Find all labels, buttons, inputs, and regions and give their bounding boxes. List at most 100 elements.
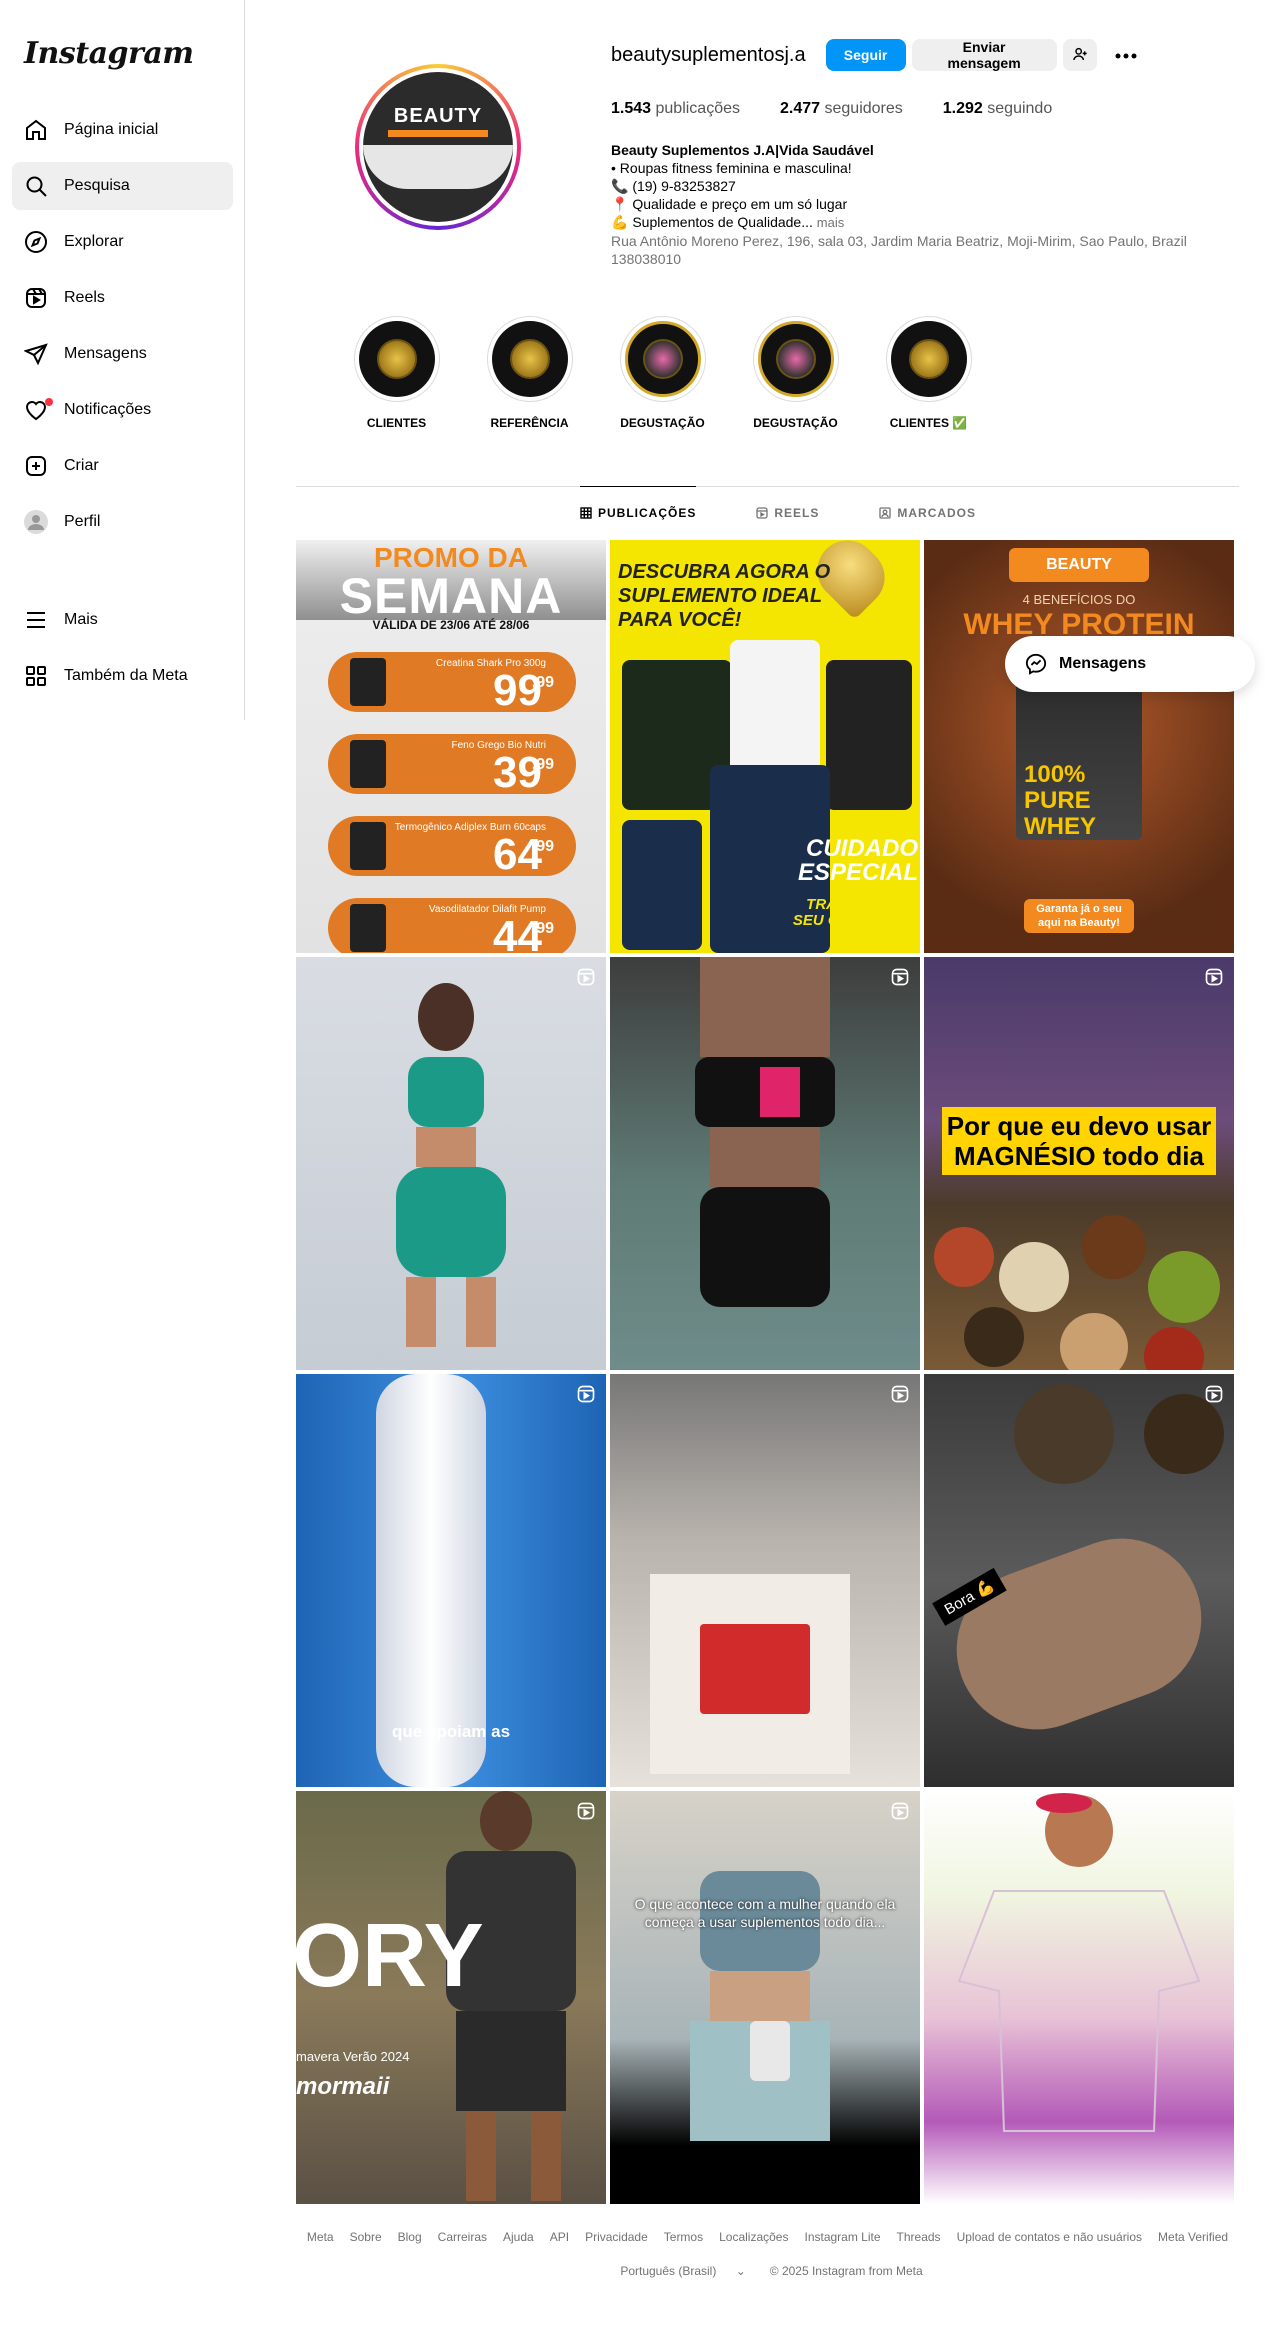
tab-tagged[interactable]: MARCADOS — [879, 487, 976, 539]
home-icon — [24, 118, 48, 142]
womens-shirt-photo — [957, 1793, 1201, 2132]
post-subtitle: que apoiam as — [391, 1722, 511, 1741]
woman-supplement-photo — [690, 1871, 830, 2141]
highlight-ring — [486, 316, 573, 402]
sidebar-item-label: Mais — [64, 611, 98, 628]
following-stat[interactable]: 1.292 seguindo — [943, 100, 1052, 118]
sidebar-item-notifications[interactable]: Notificações — [12, 386, 233, 434]
highlight-label: CLIENTES — [366, 416, 427, 430]
price-tag: Vasodilatador Dilafit Pump 44 ,99 — [328, 898, 576, 953]
message-button[interactable]: Enviar mensagem — [911, 39, 1057, 71]
sidebar-item-meta[interactable]: Também da Meta — [12, 652, 233, 700]
sidebar-item-more[interactable]: Mais — [12, 596, 233, 644]
footer-link[interactable]: Sobre — [350, 2230, 382, 2244]
post-tile[interactable]: DESCUBRA AGORA O SUPLEMENTO IDEAL PARA V… — [610, 540, 920, 953]
footer-link[interactable]: Termos — [664, 2230, 703, 2244]
footer-link[interactable]: Ajuda — [503, 2230, 534, 2244]
footer-link[interactable]: Upload de contatos e não usuários — [957, 2230, 1142, 2244]
sidebar-item-search[interactable]: Pesquisa — [12, 162, 233, 210]
post-tile[interactable]: que apoiam as — [296, 1374, 606, 1787]
post-tile[interactable] — [924, 1791, 1234, 2204]
sidebar-item-label: Perfil — [64, 513, 101, 530]
footer-link[interactable]: Meta Verified — [1158, 2230, 1228, 2244]
post-caption: Por que eu devo usar MAGNÉSIO todo dia — [942, 1107, 1216, 1175]
bio-line: 💪 Suplementos de Qualidade... — [611, 214, 813, 230]
avatar-brand-text: BEAUTY — [393, 105, 483, 127]
highlight-label: DEGUSTAÇÃO — [753, 416, 838, 430]
profile-avatar[interactable]: BEAUTY — [355, 64, 521, 230]
followers-stat[interactable]: 2.477 seguidores — [780, 100, 903, 118]
sidebar-nav: Página inicial Pesquisa Explorar Reels M… — [12, 106, 233, 554]
avatar-brand-bar — [388, 130, 488, 137]
instagram-logo[interactable]: Instagram — [24, 36, 194, 71]
post-subtitle: 4 BENEFÍCIOS DO — [1022, 592, 1136, 607]
options-button[interactable] — [1109, 39, 1143, 71]
reel-indicator-icon — [890, 967, 910, 992]
post-tile[interactable]: PROMO DA SEMANA VÁLIDA DE 23/06 ATÉ 28/0… — [296, 540, 606, 953]
highlight-item[interactable]: DEGUSTAÇÃO — [729, 316, 862, 430]
product-jar — [350, 740, 386, 788]
footer-link[interactable]: Blog — [398, 2230, 422, 2244]
posts-stat: 1.543 publicações — [611, 100, 740, 118]
product-jar — [350, 658, 386, 706]
sidebar-item-messages[interactable]: Mensagens — [12, 330, 233, 378]
highlight-label: DEGUSTAÇÃO — [620, 416, 705, 430]
highlight-item[interactable]: REFERÊNCIA — [463, 316, 596, 430]
footer-link[interactable]: Threads — [897, 2230, 941, 2244]
promo-title-b: SEMANA — [339, 568, 563, 624]
posts-count: 1.543 — [611, 100, 652, 117]
highlight-cover — [890, 321, 967, 397]
post-tile[interactable] — [296, 957, 606, 1370]
post-tile[interactable]: Bora 💪 — [924, 1374, 1234, 1787]
post-tile[interactable]: ORY mavera Verão 2024 mormaii — [296, 1791, 606, 2204]
post-tile[interactable] — [610, 957, 920, 1370]
bio-address[interactable]: Rua Antônio Moreno Perez, 196, sala 03, … — [611, 232, 1211, 268]
sidebar-item-label: Reels — [64, 289, 105, 306]
fitness-model-photo — [695, 957, 835, 1307]
footer-link[interactable]: Meta — [307, 2230, 334, 2244]
send-icon — [24, 342, 48, 366]
post-tile[interactable]: BEAUTY 4 BENEFÍCIOS DO WHEY PROTEIN 100%… — [924, 540, 1234, 953]
sidebar-item-reels[interactable]: Reels — [12, 274, 233, 322]
sidebar-item-profile[interactable]: Perfil — [12, 498, 233, 546]
messenger-icon — [1025, 653, 1047, 675]
sidebar-item-home[interactable]: Página inicial — [12, 106, 233, 154]
tab-label: MARCADOS — [897, 506, 977, 520]
bio-more-link[interactable]: mais — [817, 215, 844, 230]
footer-link[interactable]: API — [550, 2230, 569, 2244]
highlight-cover — [358, 321, 435, 397]
tab-reels[interactable]: REELS — [756, 487, 819, 539]
follow-button[interactable]: Seguir — [825, 39, 906, 71]
suggest-user-button[interactable] — [1062, 39, 1097, 71]
post-tile[interactable]: Por que eu devo usar MAGNÉSIO todo dia — [924, 957, 1234, 1370]
language-label: Português (Brasil) — [620, 2264, 717, 2278]
footer-link[interactable]: Privacidade — [585, 2230, 648, 2244]
price-tag: Termogênico Adiplex Burn 60caps 64 ,99 — [328, 816, 576, 879]
profile-stats: 1.543 publicações 2.477 seguidores 1.292… — [611, 100, 1092, 118]
footer-link[interactable]: Instagram Lite — [804, 2230, 880, 2244]
highlight-label: CLIENTES ✅ — [889, 416, 968, 430]
tab-posts[interactable]: PUBLICAÇÕES — [580, 486, 697, 539]
post-tile[interactable] — [610, 1374, 920, 1787]
post-tile[interactable]: O que acontece com a mulher quando ela c… — [610, 1791, 920, 2204]
footer-link[interactable]: Carreiras — [438, 2230, 487, 2244]
menu-icon — [24, 608, 48, 632]
language-select[interactable]: Português (Brasil) ⌄ — [612, 2264, 753, 2278]
highlight-item[interactable]: CLIENTES ✅ — [862, 316, 995, 430]
messages-pill-label: Mensagens — [1059, 655, 1147, 672]
post-subheadline: CUIDADO ESPECIAL — [797, 835, 918, 886]
sidebar-item-create[interactable]: Criar — [12, 442, 233, 490]
gold-badge-icon — [908, 339, 949, 379]
tag-person-icon — [879, 507, 892, 519]
highlight-item[interactable]: CLIENTES — [330, 316, 463, 430]
followers-count: 2.477 — [780, 100, 821, 117]
messages-pill[interactable]: Mensagens — [1005, 636, 1255, 692]
product-jar — [826, 660, 912, 810]
campaign-brand: mormaii — [296, 2073, 390, 2100]
gold-badge-icon — [509, 339, 550, 379]
highlight-item[interactable]: DEGUSTAÇÃO — [596, 316, 729, 430]
sidebar-item-explore[interactable]: Explorar — [12, 218, 233, 266]
promo-validity: VÁLIDA DE 23/06 ATÉ 28/06 — [372, 618, 530, 632]
footer-link[interactable]: Localizações — [719, 2230, 788, 2244]
sidebar-item-label: Pesquisa — [64, 177, 130, 194]
